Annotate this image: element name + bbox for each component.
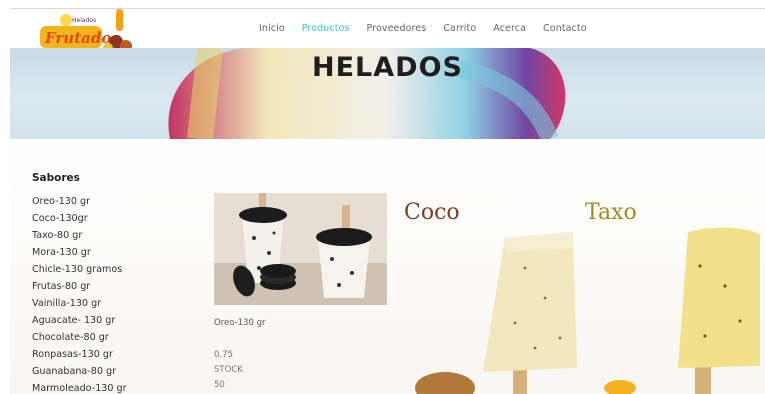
nav-productos[interactable]: Productos: [302, 23, 350, 34]
flavor-item[interactable]: Mora-130 gr: [32, 244, 192, 261]
flavor-title-taxo: Taxo: [585, 200, 637, 225]
brand-logo[interactable]: Frutados Helados: [38, 6, 143, 54]
flavor-list: Oreo-130 gr Coco-130gr Taxo-80 gr Mora-1…: [32, 193, 192, 394]
flavor-item[interactable]: Vainilla-130 gr: [32, 295, 192, 312]
page-title: HELADOS: [312, 52, 463, 83]
flavor-item[interactable]: Taxo-80 gr: [32, 227, 192, 244]
oreo-popsicle-image: [214, 193, 387, 305]
product-stock-label: STOCK: [214, 365, 243, 375]
svg-text:Helados: Helados: [72, 17, 96, 24]
product-stock-value: 50: [214, 380, 225, 390]
product-price: 0.75: [214, 350, 233, 360]
coco-popsicle-image[interactable]: [405, 228, 585, 394]
flavor-item[interactable]: Oreo-130 gr: [32, 193, 192, 210]
flavor-title-coco: Coco: [404, 200, 460, 225]
product-image-oreo[interactable]: [214, 193, 387, 305]
nav-carrito[interactable]: Carrito: [443, 23, 476, 34]
nav-inicio[interactable]: Inicio: [259, 23, 285, 34]
hero-banner: HELADOS: [10, 48, 765, 139]
flavor-item[interactable]: Coco-130gr: [32, 210, 192, 227]
logo-graphic: Frutados Helados: [40, 9, 132, 53]
flavors-sidebar: Sabores Oreo-130 gr Coco-130gr Taxo-80 g…: [32, 172, 192, 394]
nav-contacto[interactable]: Contacto: [543, 23, 587, 34]
sidebar-title: Sabores: [32, 172, 80, 184]
flavor-item[interactable]: Chocolate-80 gr: [32, 329, 192, 346]
flavor-item[interactable]: Aguacate- 130 gr: [32, 312, 192, 329]
main-nav: Inicio Productos Proveedores Carrito Ace…: [259, 23, 604, 34]
nav-proveedores[interactable]: Proveedores: [366, 23, 426, 34]
flavor-item[interactable]: Ronpasas-130 gr: [32, 346, 192, 363]
taxo-popsicle-image[interactable]: [600, 226, 765, 394]
flavor-item[interactable]: Guanabana-80 gr: [32, 363, 192, 380]
flavor-item[interactable]: Chicle-130 gramos: [32, 261, 192, 278]
nav-acerca[interactable]: Acerca: [493, 23, 526, 34]
flavor-item[interactable]: Marmoleado-130 gr: [32, 380, 192, 394]
product-name: Oreo-130 gr: [214, 318, 266, 328]
flavor-item[interactable]: Frutas-80 gr: [32, 278, 192, 295]
